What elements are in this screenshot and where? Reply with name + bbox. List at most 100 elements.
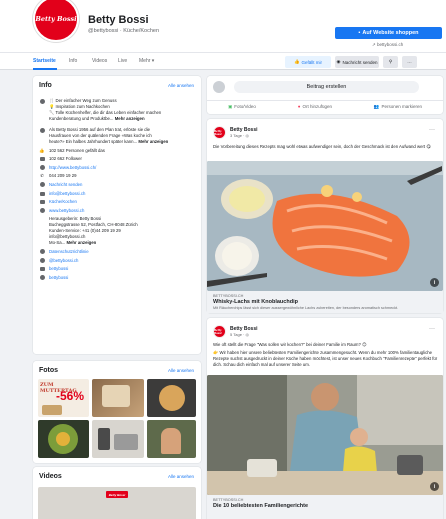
post-time[interactable]: 3 Tage · ◎ (230, 133, 249, 138)
link-title: Whisky-Lachs mit Knoblauchdip (213, 299, 298, 305)
messenger-icon: ◉ (336, 59, 341, 64)
photos-title: Fotos (39, 367, 59, 374)
info-instagram[interactable]: @bettybossi.ch (39, 258, 219, 264)
photo-baking[interactable] (92, 379, 144, 417)
about-more-link[interactable]: Mehr anzeigen (115, 116, 145, 121)
tab-more[interactable]: Mehr ▾ (139, 58, 154, 64)
info-history: Als Betty Bossi 1956 auf den Plan trat, … (39, 127, 219, 145)
videos-card: Videos Alle ansehen Betty Bossi (33, 467, 201, 519)
info-list: 🍴 Der einfacher Weg zum Genuss 💡 Inspira… (39, 98, 219, 283)
info-see-all-link[interactable]: Alle ansehen (168, 83, 194, 88)
page-header: Betty Bossi Betty Bossi @bettybossi · Kü… (0, 0, 446, 52)
shop-website-button[interactable]: ▪ Auf Website shoppen (335, 27, 442, 39)
info-privacy[interactable]: Datenschutzrichtlinie (39, 249, 219, 255)
page-avatar[interactable]: Betty Bossi (33, 0, 79, 42)
tab-videos[interactable]: Videos (92, 58, 107, 64)
privacy-icon (39, 249, 45, 255)
photo-dish[interactable] (147, 379, 196, 417)
video-thumbnail[interactable]: Betty Bossi (38, 487, 196, 519)
tag-people-button[interactable]: 👥 Personen markieren (374, 104, 422, 110)
social-icon (39, 266, 45, 272)
cta-link[interactable]: ↗ bettybossi.ch (372, 42, 403, 48)
more-icon: ··· (407, 59, 412, 65)
page-nav: Startseite Info Videos Live Mehr ▾ 👍 Gefä… (0, 52, 446, 70)
post-text: Die Vorbereitung dieses Rezepts mag wohl… (213, 144, 431, 149)
post-time[interactable]: 5 Tage · ◎ (230, 332, 249, 337)
email-icon (39, 191, 45, 197)
phone-icon: ✆ (40, 173, 44, 179)
post-image-salmon[interactable]: i (207, 161, 443, 291)
more-options-button[interactable]: ··· (402, 56, 417, 68)
post-salmon: Betty Bossi Betty Bossi 3 Tage · ◎ ··· D… (207, 119, 443, 313)
info-icon (39, 98, 45, 104)
photos-card: Fotos Alle ansehen ZUM MUTTERTAG -56% (33, 361, 201, 463)
info-card: Info Alle ansehen 🍴 Der einfacher Weg zu… (33, 76, 201, 354)
thumbs-up-icon: 👍 (39, 147, 45, 153)
link-domain: BETTYBOSSI.CH (213, 294, 244, 298)
photos-see-all-link[interactable]: Alle ansehen (168, 368, 194, 373)
post-image-family[interactable]: i (207, 375, 443, 495)
info-icon[interactable]: i (430, 278, 439, 287)
page-title[interactable]: Betty Bossi (88, 14, 149, 26)
tab-info[interactable]: Info (69, 58, 77, 64)
search-icon: ⚲ (388, 59, 393, 64)
category-icon (39, 199, 45, 205)
shop-website-label: Auf Website shoppen (362, 30, 419, 36)
info-icon (39, 127, 45, 133)
link-title: Die 10 beliebtesten Familiengerichte (213, 503, 309, 509)
info-about: 🍴 Der einfacher Weg zum Genuss 💡 Inspira… (39, 98, 219, 122)
checkin-button[interactable]: ● Ort hinzufügen (298, 104, 332, 109)
like-button[interactable]: 👍 Gefällt mir (285, 56, 331, 68)
info-phone[interactable]: ✆ 044 209 19 29 (39, 173, 219, 179)
videos-see-all-link[interactable]: Alle ansehen (168, 474, 194, 479)
photo-video-button[interactable]: ▣ Foto/Video (228, 104, 256, 110)
messenger-icon (39, 182, 45, 188)
photo-family[interactable] (147, 420, 196, 458)
tag-people-icon: 👥 (373, 103, 380, 109)
photo-salad[interactable] (38, 420, 89, 458)
info-followers: 102 662 Follower (39, 156, 219, 162)
photo-kitchen-tools[interactable] (92, 420, 144, 458)
composer-actions: ▣ Foto/Video ● Ort hinzufügen 👥 Personen ma… (207, 100, 443, 112)
link-preview[interactable]: BETTYBOSSI.CH Die 10 beliebtesten Famili… (207, 495, 443, 519)
shopping-bag-icon: ▪ (358, 30, 361, 36)
videos-title: Videos (39, 473, 62, 480)
imprint-more-link[interactable]: Mehr anzeigen (66, 240, 96, 245)
globe-icon (39, 165, 45, 171)
tab-live[interactable]: Live (118, 58, 127, 64)
logo-text: Betty Bossi (35, 15, 77, 23)
video-logo-text: Betty Bossi (108, 492, 126, 497)
link-domain: BETTYBOSSI.CH (213, 498, 244, 502)
info-imprint: Herausgeberin: Betty Bossi Bucheggstrass… (49, 216, 138, 246)
history-more-link[interactable]: Mehr anzeigen (138, 139, 168, 144)
composer-card: Beitrag erstellen ▣ Foto/Video ● Ort hinzu… (207, 76, 443, 114)
info-website[interactable]: http://www.bettybossi.ch/ (39, 165, 219, 171)
info-icon[interactable]: i (430, 482, 439, 491)
info-url[interactable]: www.bettybossi.ch (39, 208, 219, 214)
active-tab-indicator (33, 68, 57, 70)
more-icon[interactable]: ··· (429, 127, 435, 133)
facebook-page: Betty Bossi Betty Bossi @bettybossi · Kü… (0, 0, 446, 519)
create-post-input[interactable]: Beitrag erstellen (234, 81, 419, 93)
followers-icon (39, 156, 45, 162)
pinterest-icon (39, 275, 45, 281)
photo-mothers-day[interactable]: ZUM MUTTERTAG -56% (38, 379, 89, 417)
link-description: Mit Räucherchips lässt sich dieser ausse… (213, 306, 399, 310)
info-social-2[interactable]: bettybossi (39, 275, 219, 281)
info-email[interactable]: info@bettybossi.ch (39, 191, 219, 197)
globe-icon (39, 208, 45, 214)
info-likes: 👍 102 562 Personen gefällt das (39, 147, 105, 153)
tab-home[interactable]: Startseite (33, 58, 56, 64)
link-preview[interactable]: BETTYBOSSI.CH Whisky-Lachs mit Knoblauch… (207, 291, 443, 313)
post-author-avatar[interactable]: Betty Bossi (213, 325, 226, 338)
photo-icon: ▣ (227, 103, 233, 109)
thumbs-up-icon: 👍 (293, 59, 300, 64)
more-icon[interactable]: ··· (429, 326, 435, 332)
search-button[interactable]: ⚲ (383, 56, 398, 68)
avatar (213, 81, 225, 93)
send-message-button[interactable]: ◉ Nachricht senden (335, 56, 379, 68)
info-message[interactable]: Nachricht senden (39, 182, 219, 188)
info-category[interactable]: Küche/Kochen (39, 199, 219, 205)
post-author-avatar[interactable]: Betty Bossi (213, 126, 226, 139)
info-social-1[interactable]: bettybossi (39, 266, 219, 272)
